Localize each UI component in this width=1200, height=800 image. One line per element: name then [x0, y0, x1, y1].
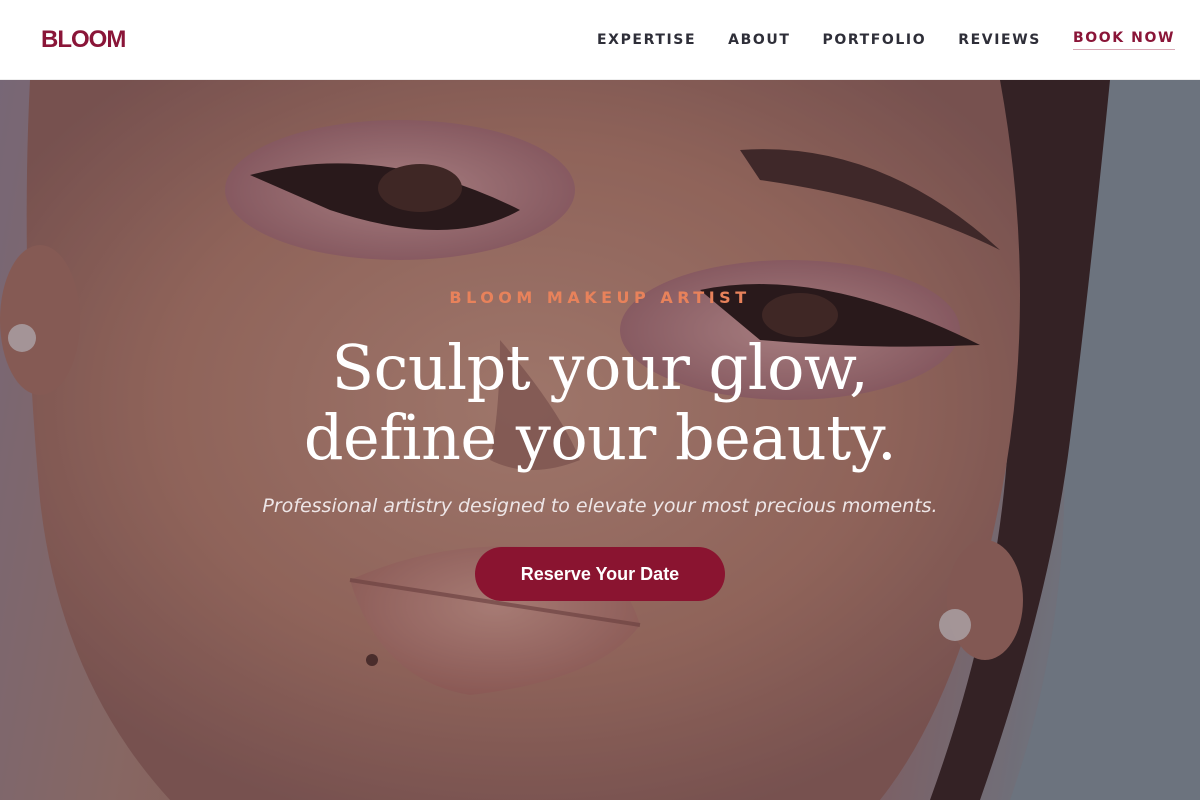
main-nav: EXPERTISE ABOUT PORTFOLIO REVIEWS BOOK N… — [565, 30, 1175, 50]
nav-link-reviews[interactable]: REVIEWS — [958, 32, 1041, 48]
hero-eyebrow: BLOOM MAKEUP ARTIST — [449, 288, 751, 307]
hero-section: BLOOM MAKEUP ARTIST Sculpt your glow, de… — [0, 80, 1200, 800]
reserve-date-button[interactable]: Reserve Your Date — [475, 547, 725, 601]
hero-headline: Sculpt your glow, define your beauty. — [0, 333, 1200, 473]
nav-link-book-now[interactable]: BOOK NOW — [1072, 30, 1175, 50]
hero-subtitle: Professional artistry designed to elevat… — [262, 495, 938, 517]
hero-headline-line-2: define your beauty. — [303, 401, 897, 474]
brand-logo[interactable]: BLOOM — [41, 26, 126, 54]
hero-headline-line-1: Sculpt your glow, — [331, 331, 869, 404]
site-header: BLOOM EXPERTISE ABOUT PORTFOLIO REVIEWS … — [0, 0, 1200, 80]
nav-link-portfolio[interactable]: PORTFOLIO — [822, 32, 926, 48]
nav-link-expertise[interactable]: EXPERTISE — [597, 32, 696, 48]
nav-link-about[interactable]: ABOUT — [728, 32, 790, 48]
hero-content: BLOOM MAKEUP ARTIST Sculpt your glow, de… — [0, 288, 1200, 601]
